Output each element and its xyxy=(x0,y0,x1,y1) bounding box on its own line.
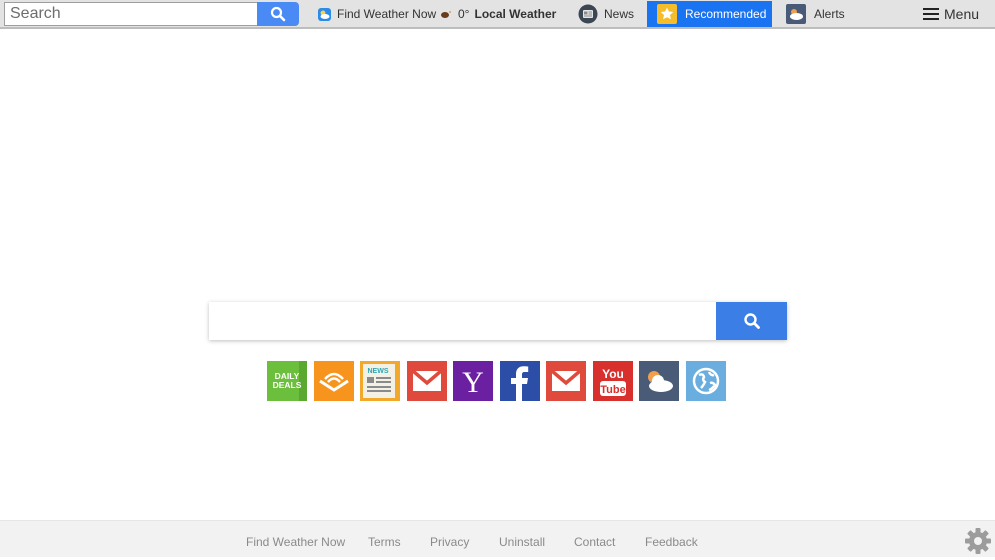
gear-icon xyxy=(965,528,991,554)
nav-find-weather-now[interactable]: Find Weather Now xyxy=(318,2,436,26)
tile-gmail[interactable] xyxy=(406,361,447,401)
tile-mail[interactable] xyxy=(546,361,586,401)
news-icon: NEWS xyxy=(363,364,395,398)
svg-text:Y: Y xyxy=(462,366,484,399)
tile-web[interactable] xyxy=(685,361,726,401)
temperature: 0° xyxy=(458,7,470,21)
nav-find-weather-now-label: Find Weather Now xyxy=(337,7,437,21)
tile-weather[interactable] xyxy=(639,361,679,401)
nav-alerts-label: Alerts xyxy=(814,7,845,21)
weather-condition-icon xyxy=(440,9,452,19)
globe-icon xyxy=(692,367,719,395)
footer-link-find-weather-now[interactable]: Find Weather Now xyxy=(246,535,345,549)
tile-news[interactable]: NEWS xyxy=(360,361,400,401)
svg-text:DEALS: DEALS xyxy=(273,380,302,390)
footer: Find Weather Now Terms Privacy Uninstall… xyxy=(0,520,995,557)
weather-app-icon xyxy=(318,7,331,21)
nav-news[interactable]: News xyxy=(578,2,634,26)
audible-icon xyxy=(318,372,349,392)
nav-recommended[interactable]: Recommended xyxy=(647,1,772,27)
nav-recommended-label: Recommended xyxy=(685,7,767,21)
footer-link-contact[interactable]: Contact xyxy=(574,535,615,549)
nav-alerts[interactable]: Alerts xyxy=(786,2,845,26)
tile-yahoo[interactable]: Y xyxy=(453,361,493,401)
toolbar-search-button[interactable] xyxy=(257,2,299,26)
menu-button[interactable]: Menu xyxy=(923,2,979,26)
newspaper-icon xyxy=(578,4,598,24)
youtube-icon: You Tube xyxy=(599,367,626,396)
nav-local-weather-label: Local Weather xyxy=(474,7,557,21)
svg-text:Tube: Tube xyxy=(600,384,625,396)
main-search-box xyxy=(209,302,787,340)
hamburger-icon xyxy=(923,8,939,20)
search-icon xyxy=(270,6,286,22)
settings-button[interactable] xyxy=(964,527,992,560)
footer-link-terms[interactable]: Terms xyxy=(368,535,401,549)
toolbar-search-input[interactable] xyxy=(4,2,258,26)
tile-audible[interactable] xyxy=(313,361,354,401)
search-icon xyxy=(743,313,760,329)
star-icon xyxy=(657,4,677,24)
footer-link-privacy[interactable]: Privacy xyxy=(430,535,469,549)
facebook-icon xyxy=(510,366,528,401)
mail-icon xyxy=(411,369,442,391)
svg-text:You: You xyxy=(602,367,624,381)
menu-label: Menu xyxy=(944,6,980,22)
top-toolbar: Find Weather Now 0° Local Weather News R… xyxy=(0,0,995,29)
main-search-input[interactable] xyxy=(209,302,716,340)
footer-link-uninstall[interactable]: Uninstall xyxy=(499,535,545,549)
weather-icon xyxy=(648,371,673,392)
nav-news-label: News xyxy=(604,7,635,21)
shortcut-tiles: DAILY DEALS NEWS Y You Tube xyxy=(267,361,726,401)
footer-link-feedback[interactable]: Feedback xyxy=(645,535,698,549)
tile-facebook[interactable] xyxy=(499,361,540,401)
tile-daily-deals[interactable]: DAILY DEALS xyxy=(267,361,307,401)
weather-alert-icon xyxy=(786,4,806,24)
yahoo-icon: Y xyxy=(462,366,484,399)
tile-youtube[interactable]: You Tube xyxy=(592,361,633,401)
nav-local-weather[interactable]: 0° Local Weather xyxy=(440,2,556,26)
mail-icon xyxy=(550,369,582,391)
main-search-button[interactable] xyxy=(716,302,787,340)
svg-text:NEWS: NEWS xyxy=(368,368,389,375)
daily-deals-icon: DAILYDEALS xyxy=(273,361,307,401)
